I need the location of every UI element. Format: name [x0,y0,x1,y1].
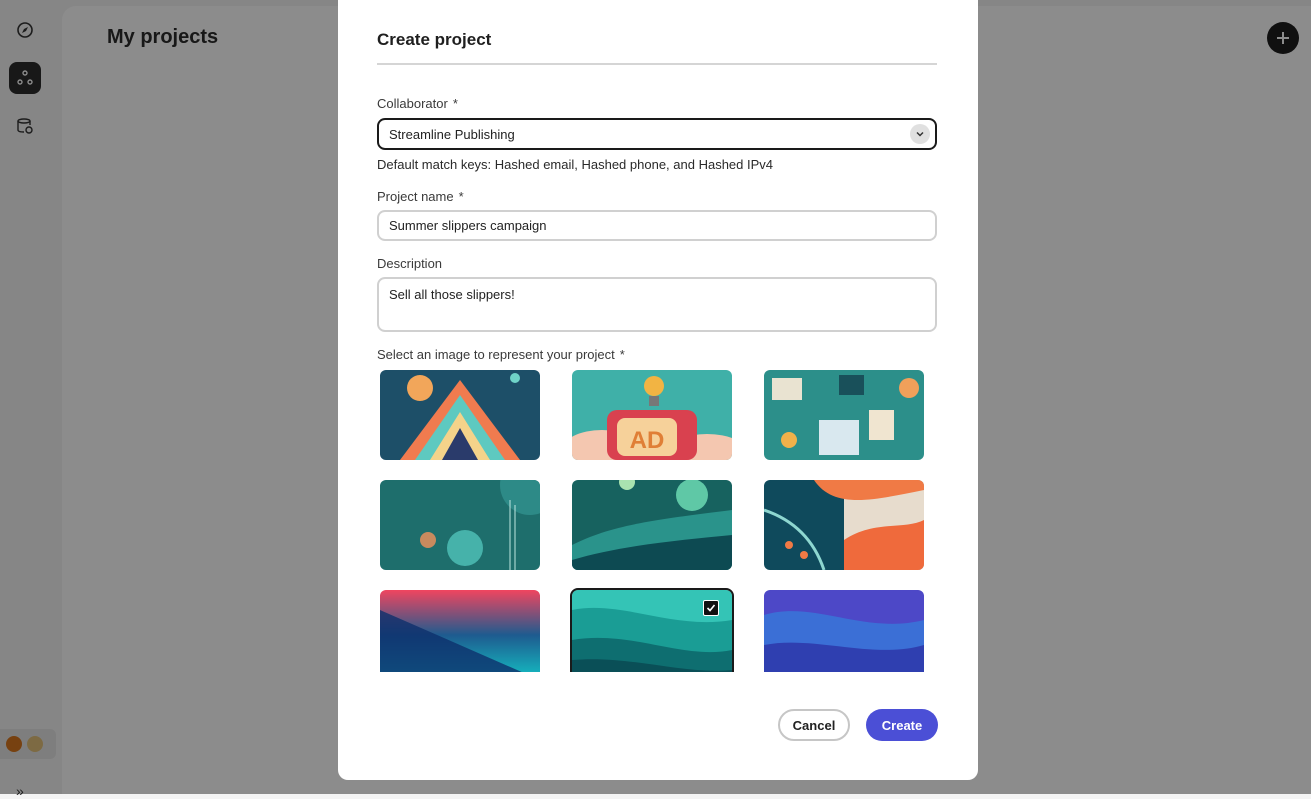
image-option-tv-ad[interactable]: AD [572,370,732,460]
match-keys-helper: Default match keys: Hashed email, Hashed… [377,157,774,172]
description-textarea[interactable]: Sell all those slippers! [377,277,937,332]
image-option-purple-waves[interactable] [764,590,924,672]
collaborator-label: Collaborator * [377,96,458,111]
image-option-green-waves[interactable] [572,480,732,570]
description-label: Description [377,256,443,271]
svg-text:AD: AD [630,427,665,454]
image-option-teal-circles[interactable] [380,480,540,570]
checkmark-icon [703,600,719,616]
chevron-down-icon[interactable] [910,124,930,144]
collaborator-select[interactable]: Streamline Publishing [377,118,937,150]
image-gallery: AD [377,367,937,672]
image-select-label: Select an image to represent your projec… [377,347,625,362]
image-option-mountains[interactable] [380,370,540,460]
image-option-office-collage[interactable] [764,370,924,460]
create-project-dialog: Create project Collaborator * Streamline … [338,0,978,780]
project-name-label: Project name * [377,189,464,204]
project-name-input[interactable] [377,210,937,241]
image-option-pink-gradient[interactable] [380,590,540,672]
image-option-orange-swirls[interactable] [764,480,924,570]
cancel-button[interactable]: Cancel [778,709,850,741]
create-button[interactable]: Create [866,709,938,741]
dialog-title: Create project [377,30,492,49]
image-option-teal-waves-selected[interactable] [570,588,734,672]
divider [377,63,937,65]
collaborator-value: Streamline Publishing [389,126,515,142]
